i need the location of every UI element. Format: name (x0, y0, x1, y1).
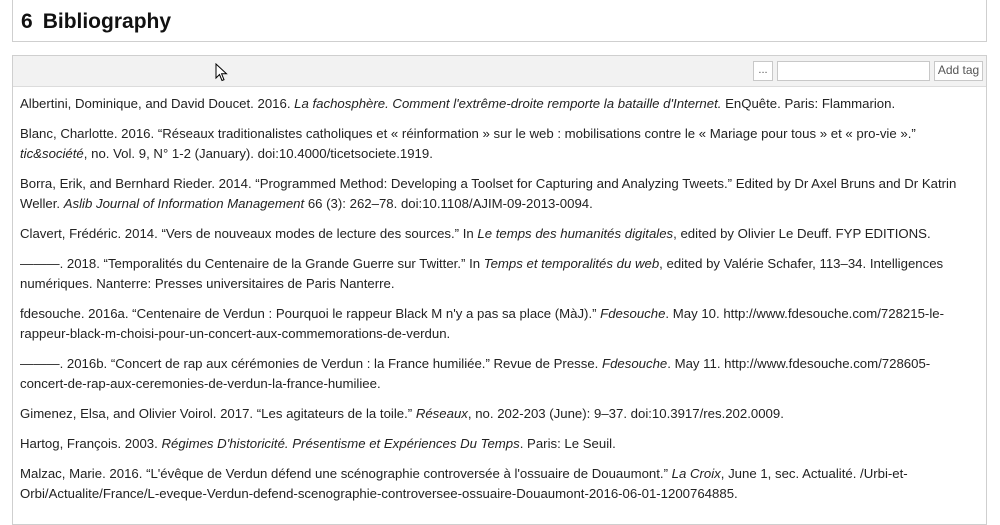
entry-text: Clavert, Frédéric. 2014. “Vers de nouvea… (20, 226, 478, 241)
entry-text: Albertini, Dominique, and David Doucet. … (20, 96, 295, 111)
tag-input[interactable] (777, 61, 930, 81)
bibliography-entry: Hartog, François. 2003. Régimes D'histor… (20, 434, 975, 454)
entry-text: 66 (3): 262–78. doi:10.1108/AJIM-09-2013… (304, 196, 593, 211)
bibliography-panel: ... Add tag Albertini, Dominique, and Da… (12, 55, 987, 525)
mouse-cursor-icon (215, 63, 228, 82)
entry-text: Gimenez, Elsa, and Olivier Voirol. 2017.… (20, 406, 416, 421)
entry-text: ———. 2018. “Temporalités du Centenaire d… (20, 256, 484, 271)
entry-title-italic: Réseaux (415, 406, 468, 421)
entry-text: , edited by Olivier Le Deuff. FYP EDITIO… (673, 226, 931, 241)
section-header: 6 Bibliography (12, 0, 987, 42)
bibliography-entry: Gimenez, Elsa, and Olivier Voirol. 2017.… (20, 404, 975, 424)
entry-title-italic: Temps et temporalités du web (483, 256, 660, 271)
bibliography-entry: Blanc, Charlotte. 2016. “Réseaux traditi… (20, 124, 975, 164)
entry-title-italic: Le temps des humanités digitales (477, 226, 674, 241)
entry-text: Malzac, Marie. 2016. “L'évêque de Verdun… (20, 466, 672, 481)
more-button[interactable]: ... (753, 61, 773, 81)
bibliography-entry: Albertini, Dominique, and David Doucet. … (20, 94, 975, 114)
section-number: 6 (21, 10, 33, 33)
entry-title-italic: Régimes D'historicité. Présentisme et Ex… (161, 436, 520, 451)
entry-text: ———. 2016b. “Concert de rap aux cérémoni… (20, 356, 603, 371)
entry-title-italic: La Croix (671, 466, 721, 481)
entry-text: fdesouche. 2016a. “Centenaire de Verdun … (20, 306, 601, 321)
toolbar: ... Add tag (13, 56, 986, 87)
bibliography-entry: Borra, Erik, and Bernhard Rieder. 2014. … (20, 174, 975, 214)
section-title-text: Bibliography (42, 10, 172, 33)
entry-text: , no. 202-203 (June): 9–37. doi:10.3917/… (467, 406, 784, 421)
bibliography-entry: ———. 2016b. “Concert de rap aux cérémoni… (20, 354, 975, 394)
bibliography-entry: Malzac, Marie. 2016. “L'évêque de Verdun… (20, 464, 975, 504)
entry-text: , no. Vol. 9, N° 1-2 (January). doi:10.4… (83, 146, 433, 161)
entry-text: EnQuête. Paris: Flammarion. (721, 96, 896, 111)
bibliography-entry: Clavert, Frédéric. 2014. “Vers de nouvea… (20, 224, 975, 244)
entry-title-italic: Aslib Journal of Information Management (63, 196, 305, 211)
entry-title-italic: La fachosphère. Comment l'extrême-droite… (294, 96, 722, 111)
section-title: 6 Bibliography (21, 10, 171, 34)
bibliography-entry: fdesouche. 2016a. “Centenaire de Verdun … (20, 304, 975, 344)
bibliography-entry: ———. 2018. “Temporalités du Centenaire d… (20, 254, 975, 294)
entry-text: . Paris: Le Seuil. (519, 436, 616, 451)
entry-title-italic: tic&société (20, 146, 84, 161)
bibliography-list: Albertini, Dominique, and David Doucet. … (20, 94, 975, 514)
entry-title-italic: Fdesouche (602, 356, 668, 371)
entry-text: Blanc, Charlotte. 2016. “Réseaux traditi… (20, 126, 916, 141)
add-tag-button[interactable]: Add tag (934, 61, 983, 81)
entry-title-italic: Fdesouche (600, 306, 666, 321)
entry-text: Hartog, François. 2003. (20, 436, 162, 451)
